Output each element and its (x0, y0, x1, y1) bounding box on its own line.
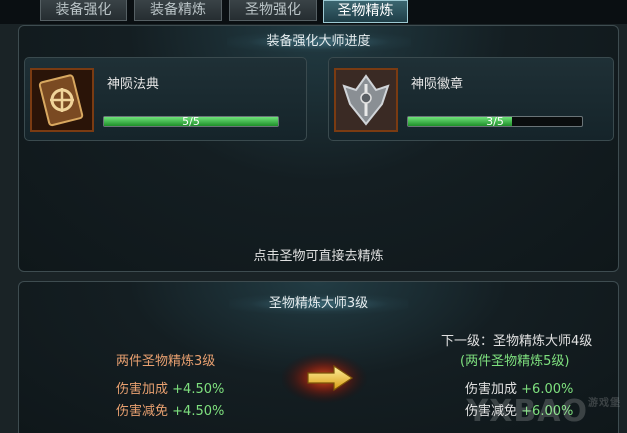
master-progress-title: 装备强化大师进度 (226, 32, 411, 52)
arrow-right-icon (282, 352, 368, 404)
current-stat-damage-reduction: 伤害减免 +4.50% (116, 400, 224, 419)
progress-bar: 3/5 (407, 115, 583, 128)
relic-name: 神陨法典 (107, 77, 160, 92)
stat-value: +4.50% (172, 404, 225, 419)
book-icon[interactable] (30, 68, 94, 132)
tab-bar: 装备强化 装备精炼 圣物强化 圣物精炼 (0, 0, 627, 24)
current-requirement: 两件圣物精炼3级 (116, 354, 216, 369)
stat-label: 伤害减免 (116, 404, 169, 419)
relic-card-codex[interactable]: 神陨法典 5/5 (24, 57, 307, 141)
master-progress-panel: 装备强化大师进度 神陨法典 5/5 神陨徽章 3/5 点击圣物可直接去精炼 (18, 25, 619, 272)
progress-text: 3/5 (486, 115, 504, 128)
stat-label: 伤害加成 (116, 382, 169, 397)
progress-bar: 5/5 (103, 115, 279, 128)
next-requirement: (两件圣物精炼5级) (460, 354, 570, 369)
relic-name: 神陨徽章 (411, 77, 464, 92)
next-level-title: 下一级：圣物精炼大师4级 (441, 334, 593, 349)
tab-equipment-refine[interactable]: 装备精炼 (134, 0, 222, 21)
relic-card-badge[interactable]: 神陨徽章 3/5 (328, 57, 614, 141)
progress-text: 5/5 (182, 115, 200, 128)
tab-relic-refine[interactable]: 圣物精炼 (323, 0, 408, 23)
tab-relic-enhance[interactable]: 圣物强化 (229, 0, 317, 21)
current-stat-damage-bonus: 伤害加成 +4.50% (116, 378, 224, 397)
refine-master-title: 圣物精炼大师3级 (228, 294, 409, 314)
watermark-logo: YXBAO游戏堡 (466, 394, 621, 429)
tab-equipment-enhance[interactable]: 装备强化 (40, 0, 127, 21)
refine-hint: 点击圣物可直接去精炼 (253, 249, 384, 264)
badge-icon[interactable] (334, 68, 398, 132)
stat-value: +4.50% (172, 382, 225, 397)
